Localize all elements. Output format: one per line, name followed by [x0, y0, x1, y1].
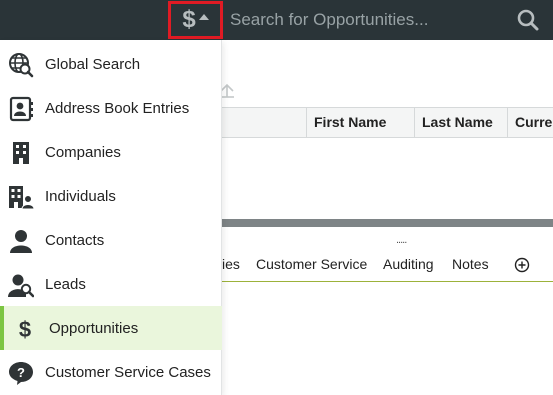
menu-item-opportunities[interactable]: $ Opportunities [0, 306, 222, 350]
top-bar: $ [0, 0, 553, 40]
detail-tabs: ies Customer Service Auditing Notes [222, 250, 553, 282]
column-header-last-name[interactable]: Last Name [414, 108, 508, 137]
app-window: $ First Name Last Name Currer ..... ies … [0, 0, 553, 395]
tab-auditing[interactable]: Auditing [383, 256, 434, 272]
menu-item-label: Customer Service Cases [45, 363, 211, 381]
tab-notes[interactable]: Notes [452, 256, 489, 272]
search-icon[interactable] [516, 8, 540, 32]
dollar-icon: $ [182, 6, 196, 33]
building-icon [13, 142, 29, 164]
grid-header: First Name Last Name Currer [222, 107, 553, 138]
search-scope-button[interactable]: $ [168, 1, 223, 39]
caret-up-icon [198, 14, 209, 20]
menu-item-label: Leads [45, 275, 86, 293]
menu-item-contacts[interactable]: Contacts [0, 218, 222, 262]
menu-item-individuals[interactable]: Individuals [0, 174, 222, 218]
menu-item-label: Individuals [45, 187, 116, 205]
splitter-grip[interactable]: ..... [396, 234, 407, 246]
menu-item-companies[interactable]: Companies [0, 130, 222, 174]
menu-item-customer-service-cases[interactable]: ? Customer Service Cases [0, 350, 222, 394]
tab-activities[interactable]: ies [222, 256, 240, 272]
column-header-first-name[interactable]: First Name [306, 108, 415, 137]
menu-item-global-search[interactable]: Global Search [0, 42, 222, 86]
menu-item-label: Global Search [45, 55, 141, 73]
menu-item-label: Companies [45, 143, 121, 161]
svg-text:$: $ [19, 317, 31, 342]
globe-search-icon [9, 53, 34, 78]
add-tab-icon[interactable] [514, 257, 530, 273]
pane-splitter[interactable] [222, 219, 553, 227]
dollar-icon: $ [19, 317, 31, 342]
search-scope-menu: Global Search Address Book Entries Compa… [0, 40, 222, 395]
menu-item-label: Contacts [45, 231, 105, 249]
help-bubble-icon: ? [9, 362, 33, 385]
menu-item-leads[interactable]: Leads [0, 262, 222, 306]
search-input[interactable] [224, 5, 516, 35]
person-search-icon [8, 274, 34, 298]
svg-text:?: ? [17, 365, 25, 380]
column-header-currency[interactable]: Currer [507, 108, 553, 137]
menu-item-label: Opportunities [49, 319, 139, 337]
menu-item-label: Address Book Entries [45, 99, 190, 117]
tab-customer-service[interactable]: Customer Service [256, 256, 367, 272]
menu-item-address-book-entries[interactable]: Address Book Entries [0, 86, 222, 130]
building-person-icon [9, 186, 34, 210]
address-book-icon [9, 96, 33, 122]
person-icon [10, 230, 32, 253]
